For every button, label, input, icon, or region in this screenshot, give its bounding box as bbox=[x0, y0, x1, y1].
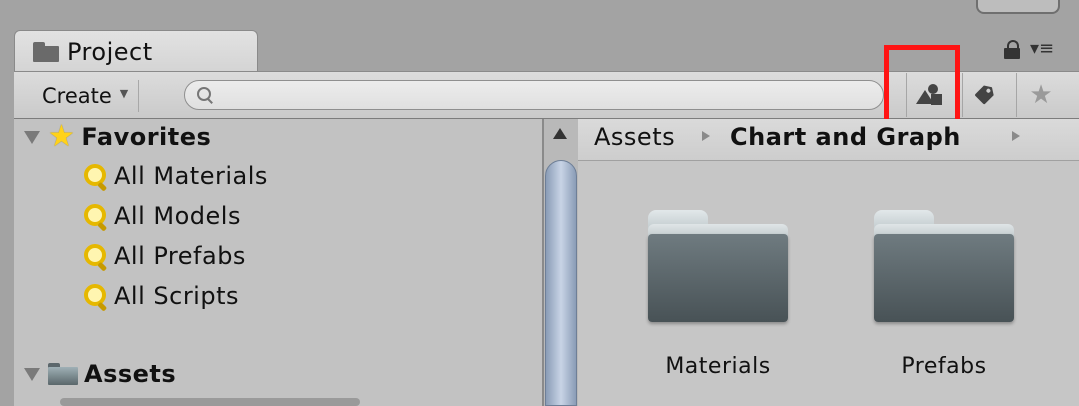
breadcrumb-separator-icon bbox=[1012, 131, 1020, 141]
tab-title: Project bbox=[67, 37, 153, 66]
expand-arrow-icon[interactable] bbox=[24, 367, 40, 381]
tree-item-all-models[interactable]: All Models bbox=[84, 202, 241, 230]
editor-top-bar bbox=[0, 0, 1079, 30]
tree-item-label: All Prefabs bbox=[114, 242, 246, 270]
folder-icon bbox=[874, 234, 1014, 322]
saved-search-icon bbox=[84, 284, 108, 308]
create-button[interactable]: Create ▼ bbox=[28, 80, 140, 112]
save-search-button[interactable]: ★ bbox=[1016, 73, 1065, 117]
search-input[interactable] bbox=[184, 80, 884, 110]
search-icon bbox=[197, 87, 211, 101]
favorites-star-icon: ★ bbox=[48, 119, 76, 154]
asset-folder-prefabs[interactable] bbox=[874, 210, 1014, 322]
tree-item-label: All Models bbox=[114, 202, 241, 230]
breadcrumb-separator-icon bbox=[702, 131, 710, 141]
expand-arrow-icon[interactable] bbox=[24, 130, 40, 144]
tab-menu-icon[interactable]: ▾≡ bbox=[1030, 40, 1054, 58]
tree-item-all-scripts[interactable]: All Scripts bbox=[84, 282, 239, 310]
favorites-label: Favorites bbox=[81, 123, 212, 151]
scroll-up-icon[interactable] bbox=[553, 128, 567, 139]
saved-search-icon bbox=[84, 244, 108, 268]
scrollbar-thumb[interactable] bbox=[545, 160, 577, 406]
folder-icon bbox=[48, 363, 78, 385]
layout-button[interactable] bbox=[976, 0, 1060, 14]
caret-down-icon: ▼ bbox=[119, 86, 129, 100]
tree-item-label: All Scripts bbox=[114, 282, 239, 310]
search-by-label-button[interactable] bbox=[962, 73, 1011, 117]
asset-label-prefabs: Prefabs bbox=[901, 354, 987, 379]
tree-item-label: All Materials bbox=[114, 162, 268, 190]
tree-item-all-prefabs[interactable]: All Prefabs bbox=[84, 242, 246, 270]
create-label: Create bbox=[42, 84, 112, 108]
tree-favorites[interactable]: ★ Favorites bbox=[24, 122, 211, 152]
tab-project[interactable]: Project bbox=[14, 30, 258, 72]
asset-folder-materials[interactable] bbox=[648, 210, 788, 322]
assets-label: Assets bbox=[84, 360, 177, 388]
favorite-star-icon: ★ bbox=[1029, 80, 1053, 110]
label-filter-icon bbox=[970, 78, 1004, 112]
folder-icon bbox=[33, 41, 59, 62]
tab-controls: ▾≡ bbox=[1004, 40, 1054, 59]
tree-item-partial[interactable] bbox=[60, 398, 360, 406]
breadcrumb-root[interactable]: Assets bbox=[594, 123, 675, 151]
asset-label-materials: Materials bbox=[665, 354, 771, 379]
saved-search-icon bbox=[84, 204, 108, 228]
tree-assets[interactable]: Assets bbox=[24, 360, 176, 388]
tree-item-all-materials[interactable]: All Materials bbox=[84, 162, 268, 190]
breadcrumb-current[interactable]: Chart and Graph bbox=[730, 123, 961, 151]
saved-search-icon bbox=[84, 164, 108, 188]
folder-icon bbox=[648, 234, 788, 322]
lock-icon[interactable] bbox=[1004, 40, 1020, 59]
